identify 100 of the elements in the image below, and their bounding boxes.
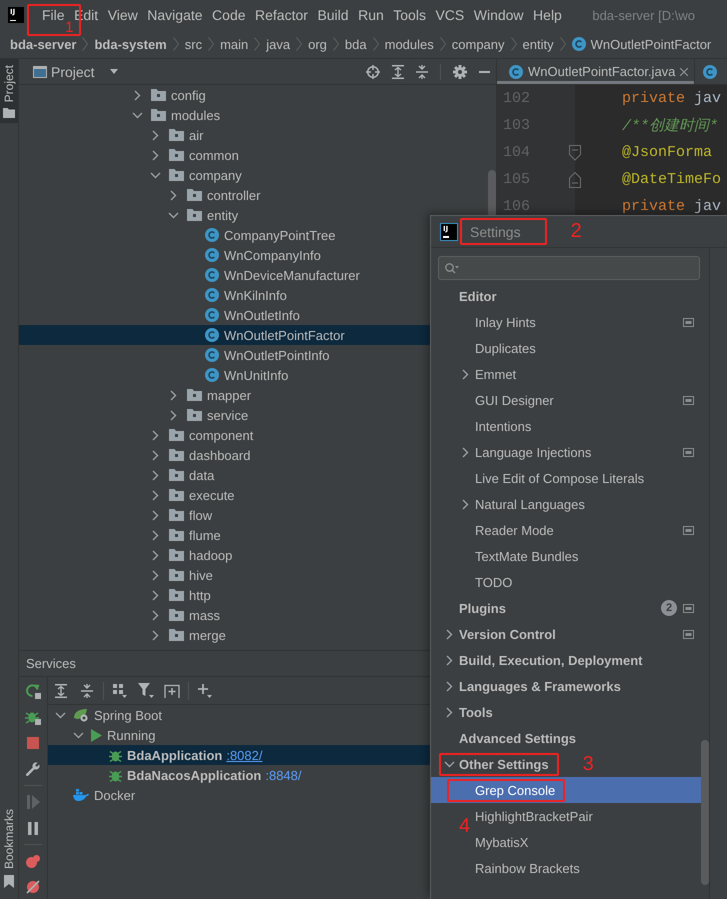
expand-all-icon[interactable] xyxy=(392,64,404,78)
settings-item[interactable]: HighlightBracketPair xyxy=(475,808,593,824)
chevron-down-icon[interactable] xyxy=(132,112,142,118)
chevron-right-icon[interactable] xyxy=(462,498,468,510)
editor-tab[interactable]: WnOutletPointFactor.java xyxy=(497,59,696,84)
chevron-right-icon[interactable] xyxy=(152,530,158,540)
settings-item[interactable]: Version Control xyxy=(459,626,556,642)
chevron-right-icon[interactable] xyxy=(152,590,158,600)
tree-item[interactable]: air xyxy=(19,125,430,145)
tree-item[interactable]: component xyxy=(19,425,430,445)
tree-item[interactable]: modules xyxy=(19,105,430,125)
settings-item[interactable]: Language Injections xyxy=(475,444,592,460)
breadcrumb-item[interactable]: src xyxy=(184,36,202,52)
chevron-right-icon[interactable] xyxy=(152,130,158,140)
tree-item[interactable]: WnOutletPointFactor xyxy=(19,325,430,345)
menu-item[interactable]: Refactor xyxy=(255,0,308,30)
settings-item[interactable]: Build, Execution, Deployment xyxy=(459,652,642,668)
chevron-right-icon[interactable] xyxy=(446,680,452,692)
tree-item[interactable]: WnUnitInfo xyxy=(19,365,430,385)
chevron-down-icon[interactable] xyxy=(150,172,160,178)
chevron-down-icon[interactable] xyxy=(168,212,178,218)
chevron-right-icon[interactable] xyxy=(152,430,158,440)
tree-item[interactable]: controller xyxy=(19,185,430,205)
breadcrumb-item[interactable]: modules xyxy=(384,36,434,52)
menu-item[interactable]: Code xyxy=(212,0,246,30)
chevron-right-icon[interactable] xyxy=(152,550,158,560)
settings-icon[interactable] xyxy=(453,64,467,78)
tool-window-button[interactable]: Project xyxy=(0,59,18,124)
chevron-right-icon[interactable] xyxy=(152,630,158,640)
tree-item[interactable]: http xyxy=(19,585,430,605)
search-field[interactable] xyxy=(438,256,700,280)
breadcrumb-item[interactable]: bda-system xyxy=(94,36,167,52)
chevron-right-icon[interactable] xyxy=(170,190,176,200)
fold-marker-icon[interactable] xyxy=(569,144,581,160)
settings-item[interactable]: MybatisX xyxy=(475,834,528,850)
settings-item[interactable]: Intentions xyxy=(475,418,532,434)
tree-item[interactable]: WnDeviceManufacturer xyxy=(19,265,430,285)
breadcrumb-item[interactable]: entity xyxy=(522,36,554,52)
tree-item[interactable]: company xyxy=(19,165,430,185)
chevron-right-icon[interactable] xyxy=(152,490,158,500)
breadcrumb-item[interactable]: bda-server xyxy=(10,36,76,52)
settings-item[interactable]: Languages & Frameworks xyxy=(459,678,621,694)
chevron-right-icon[interactable] xyxy=(462,368,468,380)
menu-item[interactable]: Help xyxy=(533,0,562,30)
panel-title[interactable]: Project xyxy=(51,64,95,80)
settings-item[interactable]: TextMate Bundles xyxy=(475,548,578,564)
tree-item[interactable]: entity xyxy=(19,205,430,225)
chevron-right-icon[interactable] xyxy=(152,450,158,460)
settings-item[interactable]: Tools xyxy=(459,704,493,720)
expand-all-icon[interactable] xyxy=(55,684,67,698)
tree-item[interactable]: hive xyxy=(19,565,430,585)
tree-item[interactable]: dashboard xyxy=(19,445,430,465)
chevron-down-icon[interactable] xyxy=(444,760,454,768)
close-icon[interactable] xyxy=(680,68,688,76)
tree-item[interactable]: Docker xyxy=(48,785,430,805)
filter-icon[interactable] xyxy=(138,683,154,698)
tree-item[interactable]: mapper xyxy=(19,385,430,405)
menu-item[interactable]: Run xyxy=(358,0,384,30)
bracket-plus-icon[interactable] xyxy=(164,684,180,698)
breadcrumb-item[interactable]: org xyxy=(308,36,327,52)
tree-item[interactable]: Running xyxy=(48,725,430,745)
settings-item[interactable]: Inlay Hints xyxy=(475,314,536,330)
wrench-icon[interactable] xyxy=(26,762,40,776)
chevron-right-icon[interactable] xyxy=(446,706,452,718)
chevron-right-icon[interactable] xyxy=(152,570,158,580)
settings-item[interactable]: Live Edit of Compose Literals xyxy=(475,470,644,486)
breakpoints-icon[interactable] xyxy=(26,854,40,868)
menu-item[interactable]: Tools xyxy=(393,0,426,30)
chevron-right-icon[interactable] xyxy=(170,410,176,420)
circular-arrow-icon[interactable] xyxy=(25,683,41,699)
chevron-right-icon[interactable] xyxy=(152,610,158,620)
chevron-down-icon[interactable] xyxy=(72,732,84,738)
settings-item[interactable]: Editor xyxy=(459,288,497,304)
settings-item[interactable]: TODO xyxy=(475,574,512,590)
chevron-down-icon[interactable] xyxy=(54,712,66,718)
minus-icon[interactable] xyxy=(479,70,490,72)
chevron-right-icon[interactable] xyxy=(446,628,452,640)
tool-window-button[interactable]: Bookmarks xyxy=(0,802,18,893)
tree-item[interactable]: mass xyxy=(19,605,430,625)
breadcrumb-item[interactable]: company xyxy=(452,36,505,52)
caret-icon[interactable] xyxy=(110,69,118,74)
settings-item[interactable]: GUI Designer xyxy=(475,392,554,408)
fold-marker-icon[interactable] xyxy=(569,172,581,188)
tree-item[interactable]: data xyxy=(19,465,430,485)
tree-item[interactable]: BdaNacosApplication :8848/ xyxy=(48,765,430,785)
chevron-right-icon[interactable] xyxy=(462,446,468,458)
crosshair-icon[interactable] xyxy=(366,64,380,78)
chevron-right-icon[interactable] xyxy=(152,470,158,480)
settings-item[interactable]: Advanced Settings xyxy=(459,730,576,746)
plus-icon[interactable] xyxy=(198,684,212,698)
settings-item[interactable]: Rainbow Brackets xyxy=(475,860,580,876)
tree-item[interactable]: WnOutletPointInfo xyxy=(19,345,430,365)
grid-icon[interactable] xyxy=(113,684,127,698)
tree-item[interactable]: WnKilnInfo xyxy=(19,285,430,305)
chevron-right-icon[interactable] xyxy=(152,510,158,520)
settings-item[interactable]: Duplicates xyxy=(475,340,536,356)
menu-item[interactable]: VCS xyxy=(435,0,464,30)
scrollbar-thumb[interactable] xyxy=(488,170,496,218)
port-link[interactable]: :8082/ xyxy=(226,748,262,762)
tree-item[interactable]: service xyxy=(19,405,430,425)
